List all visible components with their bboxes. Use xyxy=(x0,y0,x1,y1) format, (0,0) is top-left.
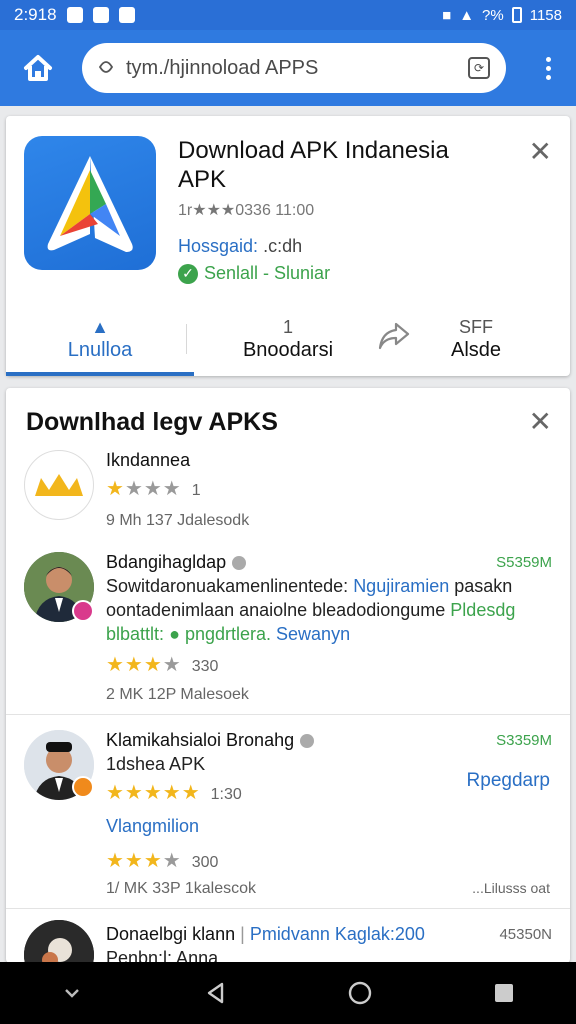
tab-details[interactable]: 1 Bnoodarsi xyxy=(194,306,382,376)
item-name: Donaelbgi klann | Pmidvann Kaglak:200 xyxy=(106,924,425,944)
overflow-menu-icon[interactable] xyxy=(536,46,560,90)
rating-stars: ★★★★★ 1:30 xyxy=(106,782,242,804)
browser-toolbar: tym./hjinnoload APPS ⟳ xyxy=(0,30,576,106)
url-text[interactable]: tym./hjinnoload APPS xyxy=(126,57,468,80)
tab-switcher-button[interactable]: ⟳ xyxy=(468,57,490,79)
app-meta: Hossgaid: .c:dh xyxy=(178,236,302,257)
tab-download[interactable]: ▲ Lnulloa xyxy=(6,306,194,376)
list-item[interactable]: Donaelbgi klann | Pmidvann Kaglak:200 45… xyxy=(6,916,570,963)
item-meta: 2 MK 12P Malesoek xyxy=(106,686,249,703)
back-icon[interactable] xyxy=(186,971,246,1015)
status-clock: 1158 xyxy=(529,6,562,24)
close-icon[interactable]: ✕ xyxy=(529,138,552,166)
item-name: Klamikahsialoi Bronahg xyxy=(106,730,315,751)
list-item[interactable]: Klamikahsialoi Bronahg S3359M 1dshea APK… xyxy=(6,726,570,902)
home-icon[interactable] xyxy=(16,46,60,90)
tab-aside[interactable]: SFF Alsde xyxy=(382,306,570,376)
status-text: Senlall - Sluniar xyxy=(204,263,331,283)
item-size: S3359M xyxy=(496,732,552,749)
battery-percent: ?% xyxy=(482,6,504,24)
install-status: ✓ Senlall - Sluniar xyxy=(178,263,330,284)
meta-value: .c:dh xyxy=(263,236,303,256)
app-title: Download APK Indanesia APK xyxy=(178,137,449,193)
meta-label: Hossgaid: xyxy=(178,236,259,256)
notification-icon-3 xyxy=(118,7,135,23)
notification-icon-2 xyxy=(92,7,109,23)
wifi-icon: ▲ xyxy=(459,6,475,24)
item-desc-line2: oontadenimlaan anaiolne bleadodiongume P… xyxy=(106,600,516,620)
notification-icon xyxy=(66,7,83,23)
divider xyxy=(6,908,570,909)
check-icon: ✓ xyxy=(178,263,198,284)
home-circle-icon[interactable] xyxy=(330,971,390,1015)
badge-icon xyxy=(72,776,94,798)
divider xyxy=(6,714,570,715)
item-meta: 1/ MK 33P 1kalescok xyxy=(106,880,257,897)
list-item[interactable]: Ikndannea ★★★★ 1 9 Mh 137 Jdalesodk xyxy=(6,446,570,534)
app-tabs: ▲ Lnulloa 1 Bnoodarsi SFF Alsde xyxy=(6,306,570,376)
item-desc-line1: Sowitdaronuakamenlinentede: Ngujiramien … xyxy=(106,576,513,596)
upgrade-button[interactable]: Rpegdarp xyxy=(467,770,550,792)
badge-icon xyxy=(72,600,94,622)
verified-icon xyxy=(300,734,315,749)
app-card: Download APK Indanesia APK ✕ 1r★★★0336 1… xyxy=(6,116,570,376)
verified-icon xyxy=(232,556,247,571)
item-name: Bdangihagldap xyxy=(106,552,247,573)
battery-icon xyxy=(511,7,522,23)
item-subtitle: 1dshea APK xyxy=(106,754,206,774)
item-meta: 9 Mh 137 Jdalesodk xyxy=(106,512,250,529)
item-size: S5359M xyxy=(496,554,552,571)
chevron-down-icon[interactable] xyxy=(42,971,102,1015)
recents-icon[interactable] xyxy=(474,971,534,1015)
list-item[interactable]: Bdangihagldap S5359M Sowitdaronuakamenli… xyxy=(6,548,570,708)
url-bar[interactable]: tym./hjinnoload APPS ⟳ xyxy=(82,43,506,93)
tab-label: Lnulloa xyxy=(67,339,133,361)
app-rating: 1r★★★0336 11:00 xyxy=(178,202,315,219)
item-more-link[interactable]: ...Lilusss oat xyxy=(472,880,550,896)
avatar xyxy=(24,920,94,963)
item-name: Ikndannea xyxy=(106,450,191,470)
tab-label: Bnoodarsi xyxy=(242,339,334,361)
app-icon[interactable] xyxy=(24,136,156,270)
rating-stars: ★★★★ 330 xyxy=(106,654,219,676)
leaf-icon: ● xyxy=(169,624,180,644)
page-info-icon[interactable] xyxy=(98,59,114,77)
system-nav-bar xyxy=(0,962,576,1024)
status-bar: 2:918 ■ ▲ ?% 1158 xyxy=(0,0,576,30)
crown-app-icon xyxy=(24,450,94,520)
close-icon[interactable]: ✕ xyxy=(529,408,552,436)
rating-stars-secondary: ★★★★ 300 xyxy=(106,850,219,872)
app-list-card: Downlhad legv APKS ✕ Ikndannea ★★★★ 1 9 M… xyxy=(6,388,570,963)
tab-number-icon: 1 xyxy=(282,317,293,337)
item-desc-line3: blbattlt: ● pngdrtlera. Sewanyn xyxy=(106,624,351,644)
status-time: 2:918 xyxy=(14,5,57,24)
tab-label: Alsde xyxy=(450,339,502,361)
item-link[interactable]: Vlangmilion xyxy=(106,816,199,837)
item-subtitle: Penbn:l: Anna xyxy=(106,948,219,963)
chevron-up-icon: ▲ xyxy=(91,317,109,337)
rating-stars: ★★★★ 1 xyxy=(106,478,201,500)
dnd-icon: ■ xyxy=(442,6,452,24)
tab-code-icon: SFF xyxy=(459,317,493,337)
item-size: 45350N xyxy=(499,926,552,943)
list-title: Downlhad legv APKS xyxy=(26,408,278,436)
